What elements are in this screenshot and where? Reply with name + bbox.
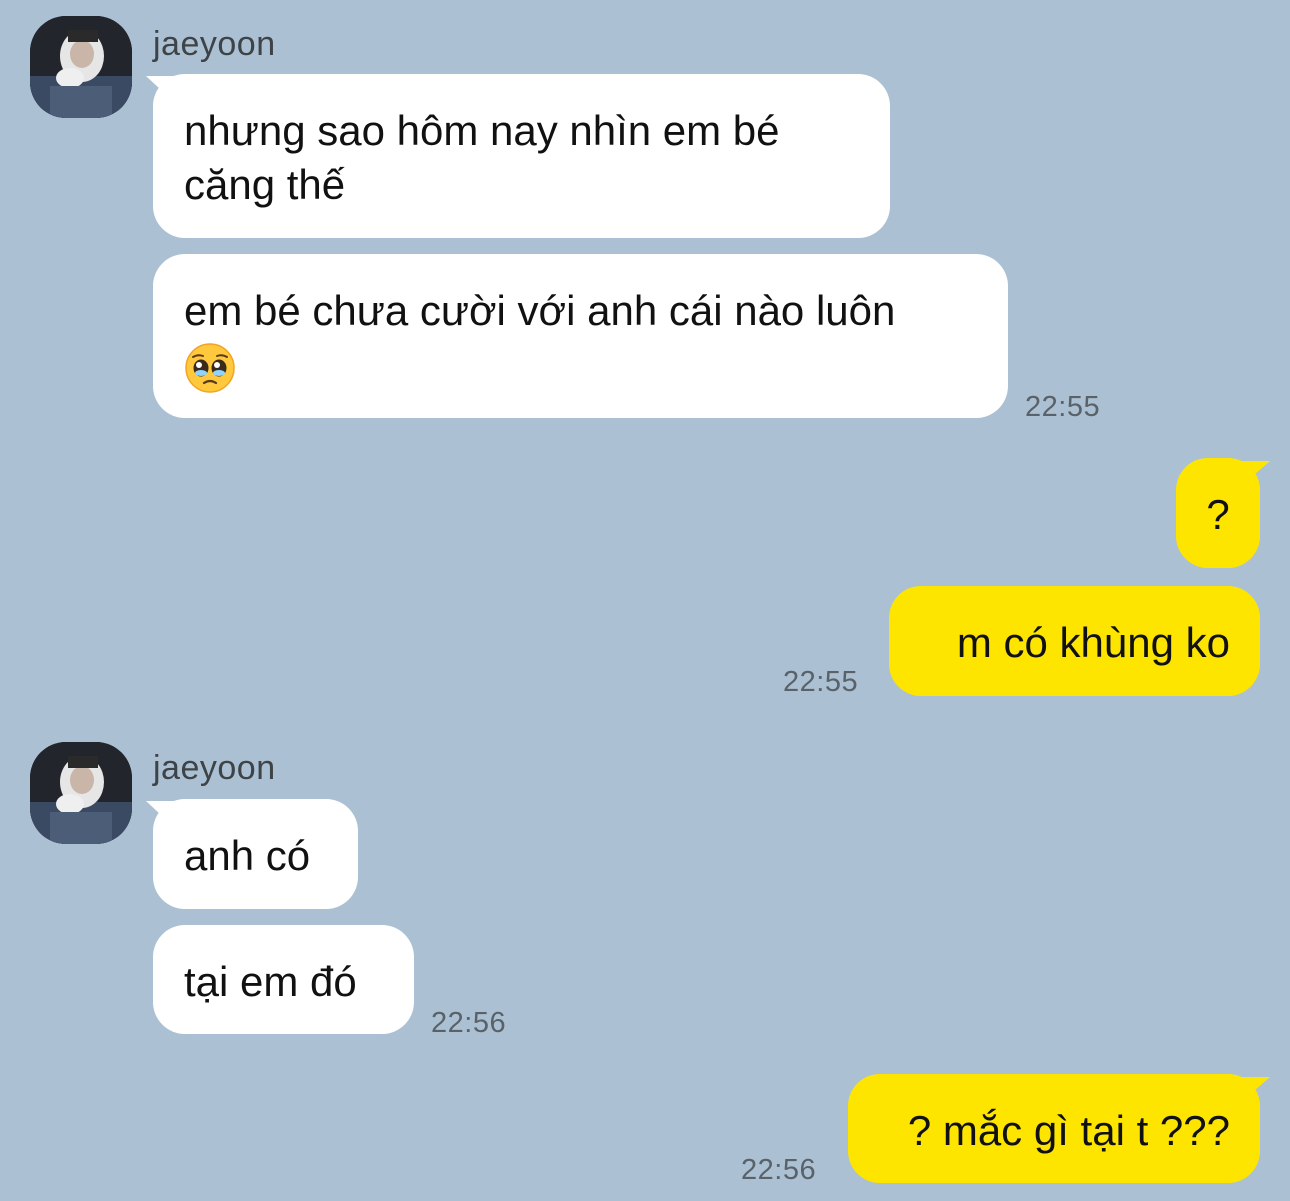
message-text: ? mắc gì tại t ???: [907, 1107, 1230, 1154]
message-bubble[interactable]: em bé chưa cười với anh cái nào luôn: [153, 254, 1008, 418]
message-bubble[interactable]: anh có: [153, 799, 358, 909]
bubble-tail: [1240, 461, 1270, 487]
sender-name: jaeyoon: [153, 25, 276, 63]
message-text: m có khùng ko: [956, 619, 1230, 666]
sender-avatar[interactable]: [30, 742, 132, 844]
message-text: nhưng sao hôm nay nhìn em bé căng thế: [184, 107, 780, 208]
avatar-photo-icon: [30, 742, 132, 844]
message-text: ?: [1206, 491, 1230, 538]
message-bubble[interactable]: nhưng sao hôm nay nhìn em bé căng thế: [153, 74, 890, 238]
message-bubble[interactable]: ? mắc gì tại t ???: [848, 1074, 1260, 1183]
message-text: tại em đó: [184, 958, 357, 1005]
message-text: anh có: [184, 832, 311, 879]
sender-name: jaeyoon: [153, 749, 276, 787]
message-bubble[interactable]: tại em đó: [153, 925, 414, 1034]
pleading-face-emoji: [185, 343, 235, 393]
message-timestamp: 22:56: [431, 1007, 507, 1039]
bubble-tail: [1240, 1077, 1270, 1103]
message-timestamp: 22:55: [1025, 391, 1101, 423]
sender-avatar[interactable]: [30, 16, 132, 118]
avatar-photo-icon: [30, 16, 132, 118]
message-timestamp: 22:55: [783, 666, 859, 698]
message-text: em bé chưa cười với anh cái nào luôn: [184, 287, 896, 334]
message-bubble[interactable]: m có khùng ko: [889, 586, 1260, 696]
message-timestamp: 22:56: [741, 1154, 817, 1186]
